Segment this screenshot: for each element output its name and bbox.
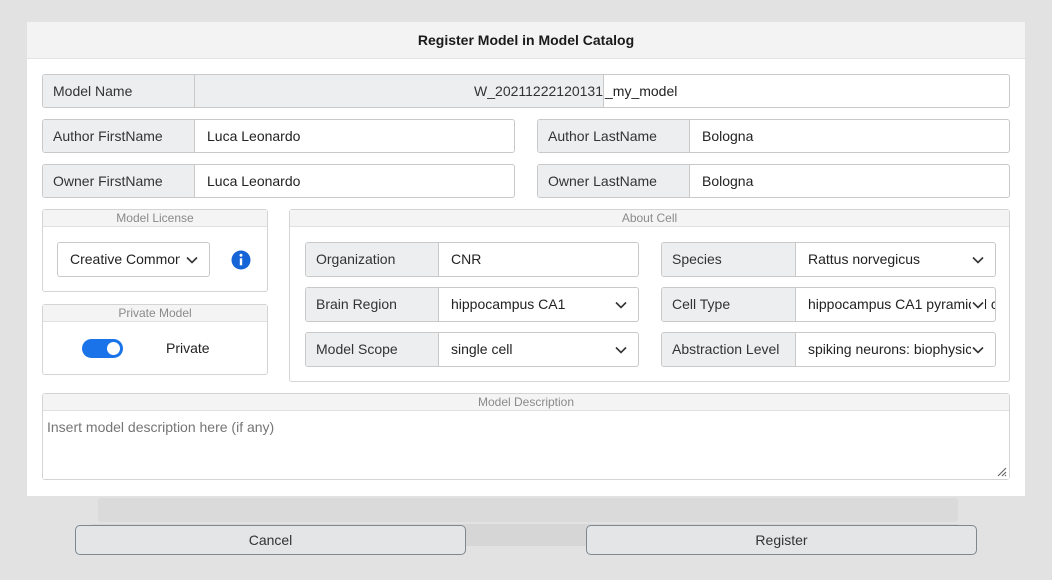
info-icon[interactable]	[231, 250, 251, 270]
owner-firstname-label: Owner FirstName	[43, 165, 195, 197]
brain-region-value: hippocampus CA1	[451, 296, 566, 312]
species-label: Species	[662, 243, 796, 276]
abstraction-level-label: Abstraction Level	[662, 333, 796, 366]
cancel-button[interactable]: Cancel	[75, 525, 466, 555]
author-lastname-input[interactable]: Bologna	[690, 120, 1009, 152]
model-name-field: Model Name W_20211222120131 _my_model	[42, 74, 1010, 108]
model-description-textarea[interactable]	[43, 411, 1009, 479]
species-value: Rattus norvegicus	[808, 251, 921, 267]
chevron-down-icon	[972, 256, 984, 264]
author-firstname-input[interactable]: Luca Leonardo	[195, 120, 514, 152]
abstraction-level-field: Abstraction Level spiking neurons: bioph…	[661, 332, 996, 367]
abstraction-level-value: spiking neurons: biophysical	[808, 341, 984, 357]
organization-field: Organization CNR	[305, 242, 639, 277]
private-model-panel: Private Model Private	[42, 304, 268, 375]
register-model-dialog: Register Model in Model Catalog Model Na…	[27, 22, 1025, 496]
model-scope-field: Model Scope single cell	[305, 332, 639, 367]
chevron-down-icon	[615, 346, 627, 354]
private-toggle[interactable]	[82, 339, 123, 358]
resize-handle-icon[interactable]	[995, 465, 1007, 477]
model-scope-label: Model Scope	[306, 333, 439, 366]
abstraction-level-select[interactable]: spiking neurons: biophysical	[796, 333, 995, 366]
chevron-down-icon	[186, 256, 198, 264]
private-label: Private	[166, 340, 210, 356]
chevron-down-icon	[971, 298, 985, 312]
brain-region-select[interactable]: hippocampus CA1	[439, 288, 638, 321]
species-field: Species Rattus norvegicus	[661, 242, 996, 277]
owner-lastname-input[interactable]: Bologna	[690, 165, 1009, 197]
model-scope-select[interactable]: single cell	[439, 333, 638, 366]
chevron-down-icon	[971, 343, 985, 357]
model-license-panel: Model License Creative Commons	[42, 209, 268, 292]
organization-input[interactable]: CNR	[439, 243, 638, 276]
brain-region-field: Brain Region hippocampus CA1	[305, 287, 639, 322]
model-description-title: Model Description	[43, 394, 1009, 411]
owner-lastname-label: Owner LastName	[538, 165, 690, 197]
dialog-title: Register Model in Model Catalog	[27, 22, 1025, 59]
cell-type-field: Cell Type hippocampus CA1 pyramidal cell	[661, 287, 996, 322]
model-name-input[interactable]: _my_model	[603, 75, 1009, 107]
organization-label: Organization	[306, 243, 439, 276]
model-license-title: Model License	[43, 210, 267, 227]
chevron-down-icon	[615, 301, 627, 309]
owner-lastname-field: Owner LastName Bologna	[537, 164, 1010, 198]
about-cell-panel: About Cell Organization CNR Species Ratt…	[289, 209, 1010, 382]
private-model-title: Private Model	[43, 305, 267, 322]
model-name-prefix: W_20211222120131	[195, 75, 603, 107]
cell-type-value: hippocampus CA1 pyramidal cell	[808, 296, 995, 312]
model-description-panel: Model Description	[42, 393, 1010, 480]
species-select[interactable]: Rattus norvegicus	[796, 243, 995, 276]
register-button[interactable]: Register	[586, 525, 977, 555]
owner-firstname-field: Owner FirstName Luca Leonardo	[42, 164, 515, 198]
toggle-knob	[107, 342, 120, 355]
author-lastname-field: Author LastName Bologna	[537, 119, 1010, 153]
author-lastname-label: Author LastName	[538, 120, 690, 152]
model-scope-value: single cell	[451, 341, 513, 357]
cell-type-label: Cell Type	[662, 288, 796, 321]
author-firstname-field: Author FirstName Luca Leonardo	[42, 119, 515, 153]
license-select-value: Creative Commons	[70, 251, 180, 267]
author-firstname-label: Author FirstName	[43, 120, 195, 152]
model-name-label: Model Name	[43, 75, 195, 107]
brain-region-label: Brain Region	[306, 288, 439, 321]
owner-firstname-input[interactable]: Luca Leonardo	[195, 165, 514, 197]
about-cell-title: About Cell	[290, 210, 1009, 227]
cell-type-select[interactable]: hippocampus CA1 pyramidal cell	[796, 288, 995, 321]
license-select[interactable]: Creative Commons	[57, 242, 210, 277]
background-bar	[98, 498, 958, 522]
